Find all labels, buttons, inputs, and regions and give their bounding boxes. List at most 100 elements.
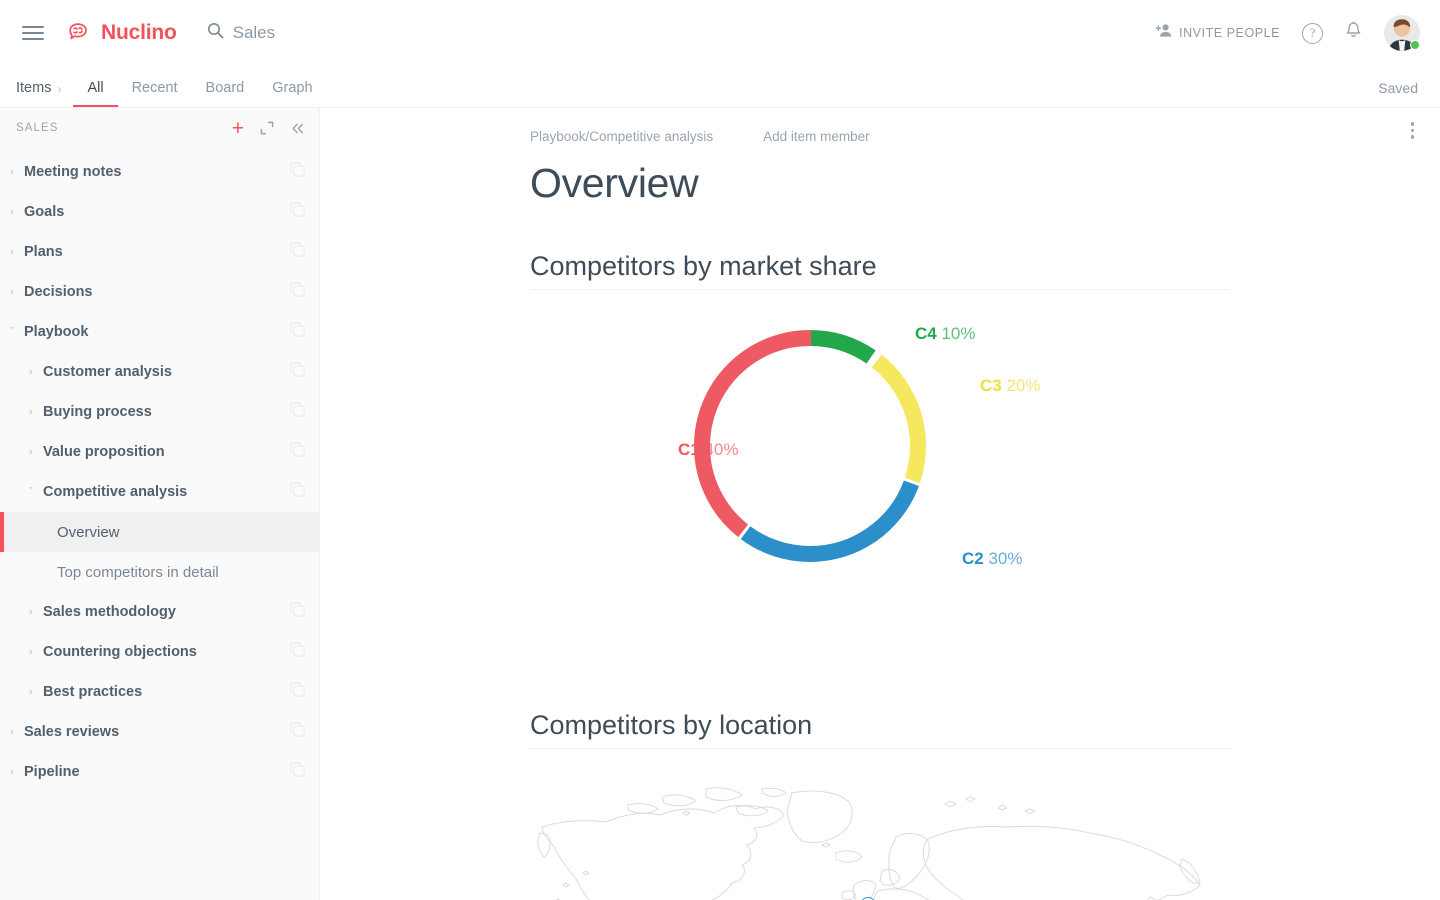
- invite-people-label: INVITE PEOPLE: [1179, 26, 1280, 40]
- chevron-right-icon[interactable]: ›: [29, 406, 43, 418]
- help-icon[interactable]: ?: [1302, 22, 1323, 44]
- brand-name: Nuclino: [101, 21, 177, 44]
- search-input[interactable]: Sales: [207, 22, 276, 44]
- sidebar-item-label: Overview: [57, 523, 120, 541]
- document-body: Playbook/Competitive analysis Add item m…: [320, 108, 1440, 900]
- sidebar-item-plans[interactable]: › Plans: [0, 232, 319, 272]
- invite-people-button[interactable]: INVITE PEOPLE: [1155, 23, 1280, 43]
- pie-label-c3-value: 20%: [1006, 376, 1041, 395]
- chevron-right-icon[interactable]: ›: [10, 166, 24, 178]
- document-icon[interactable]: [290, 762, 305, 782]
- brand-logo[interactable]: Nuclino: [66, 21, 177, 45]
- chevron-right-icon[interactable]: ›: [10, 726, 24, 738]
- chevron-right-icon[interactable]: ›: [10, 766, 24, 778]
- pie-label-c1: C1 40%: [678, 440, 739, 460]
- save-status: Saved: [1378, 80, 1418, 96]
- add-person-icon: [1155, 23, 1173, 43]
- sidebar: SALES + › Meeting notes › Goals › Plans …: [0, 108, 320, 900]
- top-bar-actions: INVITE PEOPLE ?: [1155, 15, 1440, 51]
- tab-board[interactable]: Board: [192, 80, 259, 107]
- sidebar-item-sales-methodology[interactable]: › Sales methodology: [0, 592, 319, 632]
- document-icon[interactable]: [290, 242, 305, 262]
- chevron-right-icon[interactable]: ›: [29, 686, 43, 698]
- sidebar-item-list: › Meeting notes › Goals › Plans › Decisi…: [0, 148, 319, 792]
- tab-all[interactable]: All: [73, 80, 118, 107]
- sidebar-item-competitive-analysis[interactable]: ˇ Competitive analysis: [0, 472, 319, 512]
- document-icon[interactable]: [290, 482, 305, 502]
- chevron-right-icon[interactable]: ›: [29, 446, 43, 458]
- sidebar-item-decisions[interactable]: › Decisions: [0, 272, 319, 312]
- items-breadcrumb[interactable]: Items: [16, 80, 57, 107]
- sidebar-item-label: Best practices: [43, 684, 143, 700]
- sidebar-item-pipeline[interactable]: › Pipeline: [0, 752, 319, 792]
- sidebar-item-label: Sales reviews: [24, 724, 120, 740]
- chevron-right-icon[interactable]: ›: [10, 206, 24, 218]
- section-heading-market-share: Competitors by market share: [530, 251, 1230, 290]
- sidebar-item-label: Top competitors in detail: [57, 563, 219, 581]
- chevron-right-icon[interactable]: ›: [10, 286, 24, 298]
- sidebar-actions: +: [232, 118, 305, 139]
- chevron-down-icon[interactable]: ˇ: [29, 486, 43, 498]
- sidebar-item-label: Sales methodology: [43, 604, 176, 620]
- hamburger-menu-icon[interactable]: [22, 26, 44, 40]
- document-icon[interactable]: [290, 282, 305, 302]
- pie-label-c1-value: 40%: [704, 440, 739, 459]
- chevron-right-icon[interactable]: ›: [29, 366, 43, 378]
- sidebar-item-label: Decisions: [24, 284, 93, 300]
- sidebar-item-countering-objections[interactable]: › Countering objections: [0, 632, 319, 672]
- document-icon[interactable]: [290, 402, 305, 422]
- nuclino-brain-logo-icon: [66, 21, 94, 45]
- sidebar-item-label: Plans: [24, 244, 63, 260]
- sidebar-item-value-proposition[interactable]: › Value proposition: [0, 432, 319, 472]
- sidebar-item-label: Value proposition: [43, 444, 165, 460]
- online-status-dot: [1410, 40, 1420, 50]
- avatar[interactable]: [1384, 15, 1420, 51]
- search-value: Sales: [232, 23, 276, 42]
- sidebar-item-sales-reviews[interactable]: › Sales reviews: [0, 712, 319, 752]
- pie-label-c4-name: C4: [915, 324, 937, 343]
- chevron-down-icon[interactable]: ˇ: [10, 326, 24, 338]
- help-label: ?: [1309, 25, 1316, 40]
- document-icon[interactable]: [290, 722, 305, 742]
- expand-icon[interactable]: [260, 121, 274, 135]
- section-heading-location: Competitors by location: [530, 710, 1230, 749]
- pie-label-c3-name: C3: [980, 376, 1002, 395]
- sidebar-item-label: Countering objections: [43, 644, 197, 660]
- top-bar: Nuclino Sales INVITE PEOPLE ?: [0, 0, 1440, 66]
- document-icon[interactable]: [290, 642, 305, 662]
- plus-icon[interactable]: +: [232, 118, 244, 139]
- document-icon[interactable]: [290, 682, 305, 702]
- sidebar-item-buying-process[interactable]: › Buying process: [0, 392, 319, 432]
- sidebar-item-meeting-notes[interactable]: › Meeting notes: [0, 152, 319, 192]
- bell-icon[interactable]: [1345, 21, 1362, 45]
- sidebar-item-best-practices[interactable]: › Best practices: [0, 672, 319, 712]
- document-icon[interactable]: [290, 362, 305, 382]
- document-icon[interactable]: [290, 602, 305, 622]
- sidebar-item-top-competitors-in-detail[interactable]: Top competitors in detail: [0, 552, 319, 592]
- double-chevron-left-icon[interactable]: [290, 122, 305, 135]
- breadcrumb[interactable]: Playbook/Competitive analysis: [530, 129, 713, 144]
- document-icon[interactable]: [290, 202, 305, 222]
- document-icon[interactable]: [290, 322, 305, 342]
- pie-label-c2-value: 30%: [988, 549, 1023, 568]
- pie-label-c4: C4 10%: [915, 324, 976, 344]
- pie-label-c3: C3 20%: [980, 376, 1041, 396]
- chevron-right-icon[interactable]: ›: [10, 246, 24, 258]
- tab-graph[interactable]: Graph: [258, 80, 326, 107]
- sidebar-item-playbook[interactable]: ˇ Playbook: [0, 312, 319, 352]
- tab-recent[interactable]: Recent: [118, 80, 192, 107]
- document-icon[interactable]: [290, 162, 305, 182]
- document-meta: Playbook/Competitive analysis Add item m…: [530, 126, 1380, 146]
- sidebar-item-label: Customer analysis: [43, 364, 172, 380]
- sidebar-item-label: Meeting notes: [24, 164, 122, 180]
- sidebar-item-label: Pipeline: [24, 764, 80, 780]
- more-vertical-icon[interactable]: [1407, 118, 1419, 143]
- page-title: Overview: [530, 160, 699, 206]
- sidebar-item-overview[interactable]: Overview: [0, 512, 319, 552]
- document-icon[interactable]: [290, 442, 305, 462]
- sidebar-item-goals[interactable]: › Goals: [0, 192, 319, 232]
- chevron-right-icon[interactable]: ›: [29, 606, 43, 618]
- sidebar-item-customer-analysis[interactable]: › Customer analysis: [0, 352, 319, 392]
- add-item-member-button[interactable]: Add item member: [763, 129, 870, 144]
- chevron-right-icon[interactable]: ›: [29, 646, 43, 658]
